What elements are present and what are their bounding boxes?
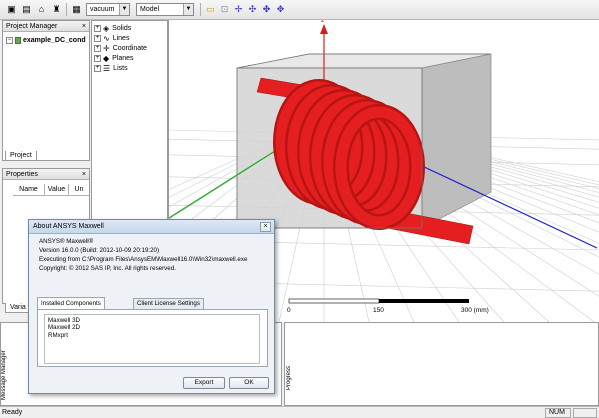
- tree-item-label: Solids: [112, 24, 132, 32]
- tree-item-lines[interactable]: + ∿ Lines: [94, 33, 129, 43]
- project-icon: [15, 36, 21, 44]
- close-icon[interactable]: ×: [82, 169, 86, 180]
- tree-item-label: Lists: [113, 64, 128, 72]
- message-manager-label: Message Manager: [1, 350, 7, 400]
- progress-label: Progress: [286, 365, 292, 390]
- expand-icon[interactable]: +: [94, 64, 101, 72]
- tree-item-label: Planes: [112, 54, 134, 62]
- export-button[interactable]: Export: [183, 377, 225, 389]
- progress-panel: [284, 322, 599, 406]
- executable-path: Executing from C:\Program Files\AnsysEM\…: [39, 256, 248, 263]
- project-name: example_DC_cond: [23, 36, 86, 44]
- about-dialog: About ANSYS Maxwell × ANSYS® Maxwell® Ve…: [28, 219, 275, 394]
- ruler-tick: 300 (mm): [461, 307, 489, 314]
- expand-icon[interactable]: +: [94, 24, 101, 32]
- list-icon: ☰: [103, 63, 111, 73]
- axis-3d-icon[interactable]: ✥: [274, 3, 287, 16]
- components-list[interactable]: Maxwell 3D Maxwell 2D RMxprt: [44, 314, 260, 364]
- project-manager-title: Project Manager ×: [3, 21, 89, 32]
- project-tree-item[interactable]: − example_DC_cond: [6, 35, 86, 45]
- material-select[interactable]: vacuum ▼: [86, 3, 130, 16]
- tab-variables[interactable]: Varia: [5, 303, 31, 313]
- toolbar-separator: [66, 3, 67, 16]
- tab-client-license-settings-label: Client License Settings: [137, 300, 200, 307]
- list-item[interactable]: Maxwell 3D: [48, 317, 256, 324]
- copyright-text: Copyright: © 2012 SAS IP, Inc. All right…: [39, 265, 176, 272]
- status-bar: Ready NUM: [0, 406, 599, 418]
- version-text: Version 16.0.0 (Build: 2012-10-09 20:19:…: [39, 247, 160, 254]
- ruler-tick: 0: [287, 307, 291, 314]
- ruler-tick: 150: [373, 307, 384, 314]
- material-select-value: vacuum: [90, 6, 115, 13]
- status-cell: [573, 408, 597, 418]
- tab-installed-components-label: Installed Components: [41, 300, 101, 307]
- column-header[interactable]: Value: [45, 184, 69, 195]
- tree-item-label: Coordinate: [112, 44, 147, 52]
- ok-button[interactable]: OK: [229, 377, 269, 389]
- close-icon[interactable]: ×: [82, 21, 86, 32]
- tree-item-label: Lines: [112, 34, 130, 42]
- chevron-down-icon[interactable]: ▼: [119, 4, 129, 15]
- tree-item-planes[interactable]: + ◆ Planes: [94, 53, 134, 63]
- num-lock-label: NUM: [549, 409, 565, 416]
- tab-variables-label: Varia: [10, 304, 26, 311]
- coordinate-icon: ✛: [103, 43, 110, 53]
- line-icon: ∿: [103, 33, 110, 43]
- coordinate-system-select-value: Model: [140, 6, 160, 13]
- expand-icon[interactable]: +: [94, 44, 101, 52]
- components-panel: Maxwell 3D Maxwell 2D RMxprt: [37, 309, 268, 367]
- toolbar-separator: [200, 3, 201, 16]
- properties-title: Properties ×: [3, 169, 89, 180]
- product-name: ANSYS® Maxwell®: [39, 238, 94, 245]
- tree-item-lists[interactable]: + ☰ Lists: [94, 63, 128, 73]
- column-header[interactable]: Name: [13, 184, 45, 195]
- expand-icon[interactable]: +: [94, 54, 101, 62]
- color-icon[interactable]: ▤: [20, 3, 33, 16]
- user-icon[interactable]: ♜: [50, 3, 63, 16]
- solids-icon: ◈: [103, 23, 110, 33]
- z-axis-arrow: [320, 24, 328, 34]
- tree-item-coordinate[interactable]: + ✛ Coordinate: [94, 43, 147, 53]
- properties-header: Name Value Un: [13, 184, 89, 196]
- dialog-title-bar: About ANSYS Maxwell ×: [29, 220, 274, 234]
- dialog-title: About ANSYS Maxwell: [33, 223, 104, 230]
- collapse-icon[interactable]: −: [6, 36, 13, 44]
- tab-installed-components[interactable]: Installed Components: [37, 297, 105, 309]
- coordinate-system-select[interactable]: Model ▼: [136, 3, 194, 16]
- close-icon[interactable]: ×: [260, 222, 271, 232]
- project-manager-title-text: Project Manager: [6, 23, 58, 30]
- chevron-down-icon[interactable]: ▼: [183, 4, 193, 15]
- properties-title-text: Properties: [6, 171, 38, 178]
- list-item[interactable]: RMxprt: [48, 332, 256, 339]
- lock-icon[interactable]: ⊡: [218, 3, 231, 16]
- tab-client-license-settings[interactable]: Client License Settings: [133, 298, 204, 309]
- material-icon: ▦: [72, 4, 81, 14]
- export-button-label: Export: [194, 379, 214, 386]
- num-lock-indicator: NUM: [545, 408, 571, 418]
- tab-project[interactable]: Project: [5, 151, 37, 161]
- ruler: 0 150 300 (mm): [287, 298, 489, 314]
- folder-icon[interactable]: ▭: [204, 3, 217, 16]
- axis-xz-icon[interactable]: ✤: [260, 3, 273, 16]
- tab-project-label: Project: [10, 152, 32, 159]
- plane-icon: ◆: [103, 53, 110, 63]
- axis-xy-icon[interactable]: ✢: [232, 3, 245, 16]
- z-axis-label: z: [321, 20, 325, 24]
- main-toolbar: ▣ ▤ ⌂ ♜ ▦ vacuum ▼ Model ▼ ▭ ⊡ ✢ ✣ ✤ ✥: [0, 0, 599, 20]
- column-header[interactable]: Un: [69, 184, 89, 195]
- tree-item-solids[interactable]: + ◈ Solids: [94, 23, 131, 33]
- axis-yz-icon[interactable]: ✣: [246, 3, 259, 16]
- expand-icon[interactable]: +: [94, 34, 101, 42]
- status-text: Ready: [2, 409, 23, 416]
- home-icon[interactable]: ⌂: [35, 3, 48, 16]
- ok-button-label: OK: [244, 379, 254, 386]
- solids-icon[interactable]: ▣: [5, 3, 18, 16]
- list-item[interactable]: Maxwell 2D: [48, 324, 256, 331]
- project-manager-panel: Project Manager × − example_DC_cond: [2, 20, 90, 161]
